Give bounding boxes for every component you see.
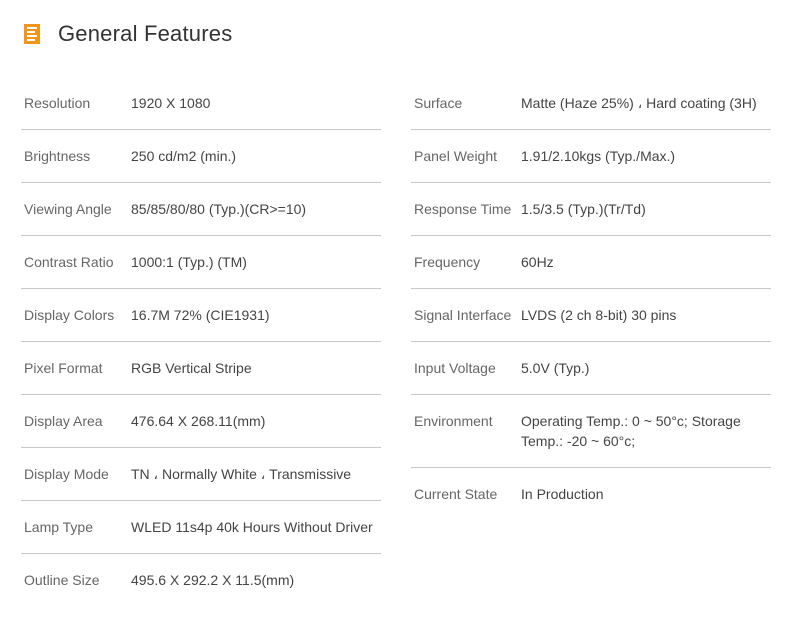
spec-table-left: Resolution 1920 X 1080 Brightness 250 cd/m… <box>21 77 381 606</box>
spec-row-pixel-format: Pixel Format RGB Vertical Stripe <box>21 342 381 395</box>
spec-row-brightness: Brightness 250 cd/m2 (min.) <box>21 130 381 183</box>
spec-label: Environment <box>414 413 493 429</box>
spec-value: 1000:1 (Typ.) (TM) <box>131 254 247 270</box>
spec-row-display-colors: Display Colors 16.7M 72% (CIE1931) <box>21 289 381 342</box>
spec-label: Panel Weight <box>414 148 498 164</box>
spec-value: Matte (Haze 25%) ، Hard coating (3H) <box>521 95 757 111</box>
document-list-icon <box>24 24 40 44</box>
section-title: General Features <box>58 21 233 46</box>
spec-row-display-mode: Display Mode TN ، Normally White ، Transm… <box>21 448 381 501</box>
spec-row-panel-weight: Panel Weight 1.91/2.10kgs (Typ./Max.) <box>411 130 771 183</box>
spec-label: Display Area <box>24 413 103 429</box>
spec-value: 1.91/2.10kgs (Typ./Max.) <box>521 148 676 164</box>
spec-label: Pixel Format <box>24 360 103 376</box>
spec-label: Input Voltage <box>414 360 496 376</box>
spec-value: Operating Temp.: 0 ~ 50°c; Storage Temp.… <box>521 413 741 449</box>
spec-row-lamp-type: Lamp Type WLED 11s4p 40k Hours Without Dr… <box>21 501 381 554</box>
spec-label: Contrast Ratio <box>24 254 114 270</box>
spec-value: 1920 X 1080 <box>131 95 211 111</box>
spec-value: 476.64 X 268.11(mm) <box>131 413 266 429</box>
spec-label: Resolution <box>24 95 91 111</box>
spec-table-right: Surface Matte (Haze 25%) ، Hard coating (… <box>411 77 771 520</box>
spec-value: 16.7M 72% (CIE1931) <box>131 307 270 323</box>
spec-value: In Production <box>521 486 604 502</box>
spec-label: Surface <box>414 95 463 111</box>
spec-row-environment: Environment Operating Temp.: 0 ~ 50°c; St… <box>411 395 771 468</box>
spec-label: Current State <box>414 486 498 502</box>
spec-row-resolution: Resolution 1920 X 1080 <box>21 77 381 130</box>
spec-value: 5.0V (Typ.) <box>521 360 590 376</box>
section-header: General Features <box>24 20 232 48</box>
spec-row-contrast-ratio: Contrast Ratio 1000:1 (Typ.) (TM) <box>21 236 381 289</box>
spec-value: LVDS (2 ch 8-bit) 30 pins <box>521 307 677 323</box>
spec-value: WLED 11s4p 40k Hours Without Driver <box>131 519 373 535</box>
spec-row-input-voltage: Input Voltage 5.0V (Typ.) <box>411 342 771 395</box>
spec-label: Outline Size <box>24 572 100 588</box>
spec-label: Lamp Type <box>24 519 94 535</box>
spec-label: Viewing Angle <box>24 201 112 217</box>
spec-value: RGB Vertical Stripe <box>131 360 252 376</box>
spec-row-signal-interface: Signal Interface LVDS (2 ch 8-bit) 30 pin… <box>411 289 771 342</box>
spec-label: Display Colors <box>24 307 115 323</box>
spec-row-display-area: Display Area 476.64 X 268.11(mm) <box>21 395 381 448</box>
spec-value: 495.6 X 292.2 X 11.5(mm) <box>131 572 295 588</box>
spec-row-response-time: Response Time 1.5/3.5 (Typ.)(Tr/Td) <box>411 183 771 236</box>
spec-row-outline-size: Outline Size 495.6 X 292.2 X 11.5(mm) <box>21 554 381 606</box>
spec-row-current-state: Current State In Production <box>411 468 771 520</box>
spec-row-viewing-angle: Viewing Angle 85/85/80/80 (Typ.)(CR>=10) <box>21 183 381 236</box>
spec-label: Response Time <box>414 201 512 217</box>
spec-row-frequency: Frequency 60Hz <box>411 236 771 289</box>
spec-value: 60Hz <box>521 254 554 270</box>
spec-label: Frequency <box>414 254 481 270</box>
spec-label: Signal Interface <box>414 307 512 323</box>
spec-value: 85/85/80/80 (Typ.)(CR>=10) <box>131 201 307 217</box>
spec-value: TN ، Normally White ، Transmissive <box>131 466 352 482</box>
spec-label: Brightness <box>24 148 91 164</box>
spec-value: 250 cd/m2 (min.) <box>131 148 237 164</box>
spec-value: 1.5/3.5 (Typ.)(Tr/Td) <box>521 201 646 217</box>
spec-row-surface: Surface Matte (Haze 25%) ، Hard coating (… <box>411 77 771 130</box>
spec-label: Display Mode <box>24 466 109 482</box>
